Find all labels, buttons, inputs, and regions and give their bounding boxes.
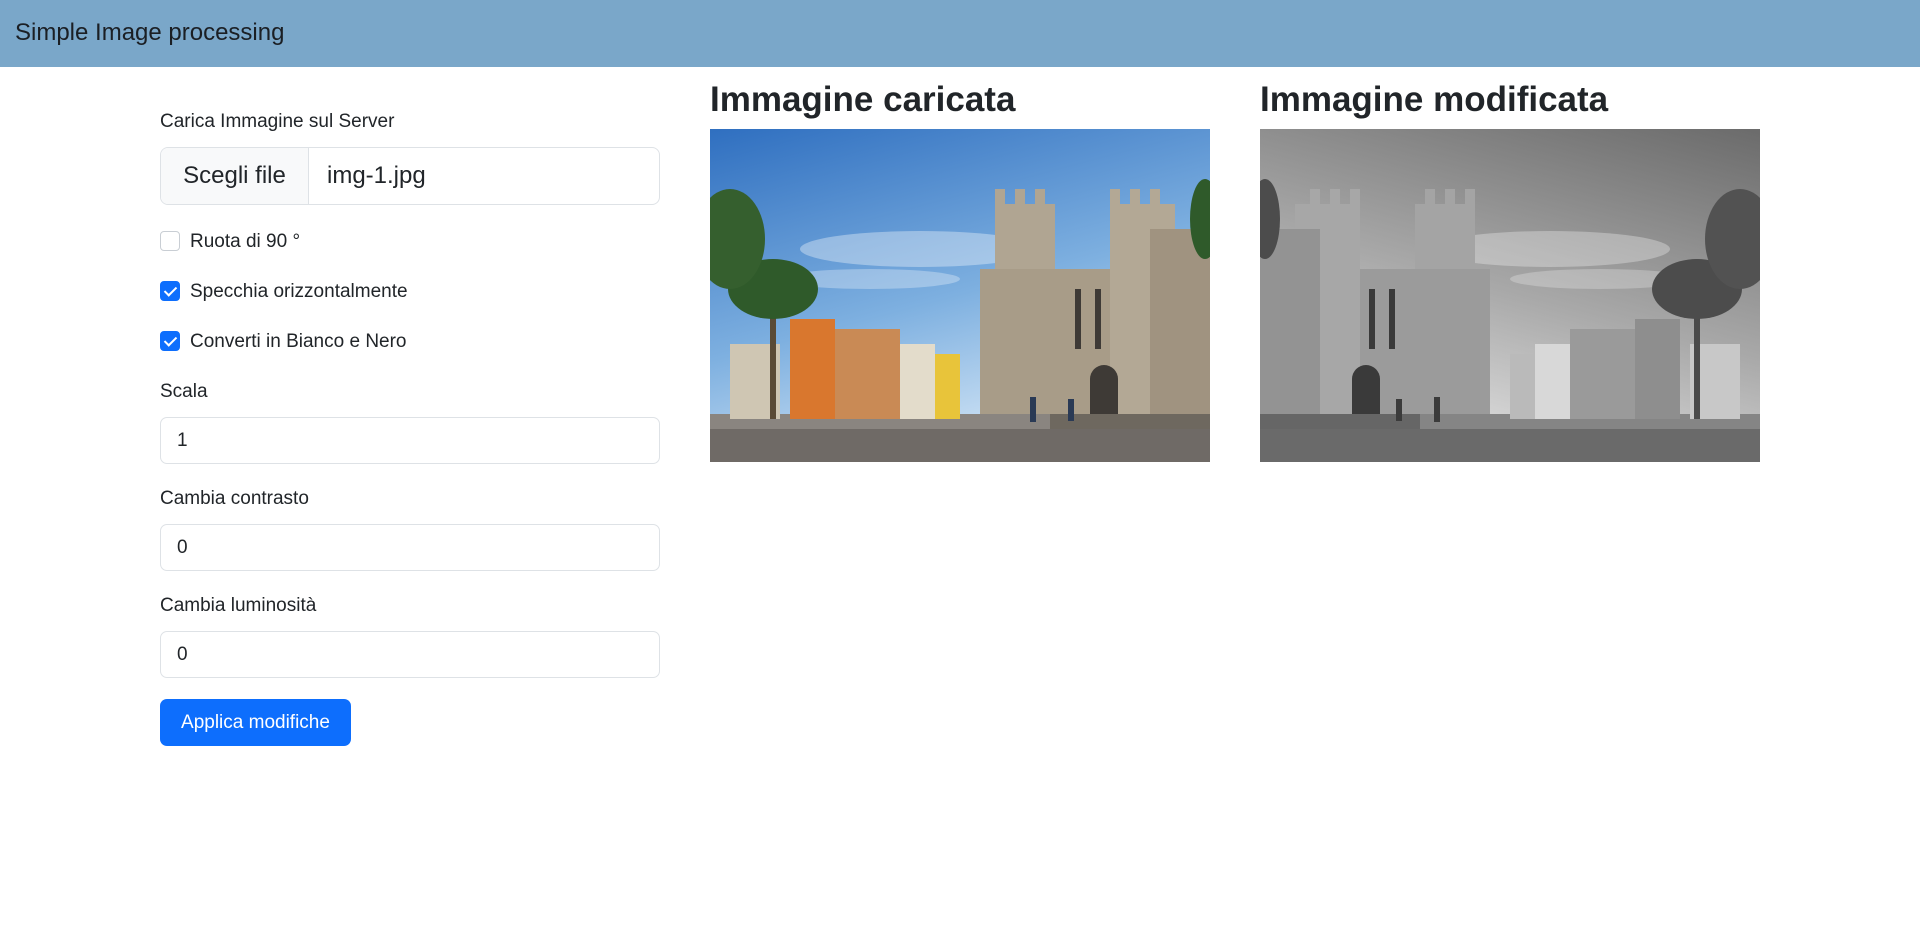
contrast-input[interactable]: [160, 524, 660, 571]
brightness-label: Cambia luminosità: [160, 595, 317, 616]
mirror-checkbox[interactable]: [160, 281, 180, 301]
selected-file-name: img-1.jpg: [327, 162, 426, 189]
top-navbar: Simple Image processing: [0, 0, 1920, 67]
grayscale-checkbox[interactable]: [160, 331, 180, 351]
navbar-brand[interactable]: Simple Image processing: [15, 18, 284, 48]
contrast-label: Cambia contrasto: [160, 488, 309, 509]
modified-image: [1260, 129, 1760, 462]
mirror-label: Specchia orizzontalmente: [190, 281, 408, 302]
original-image: [710, 129, 1210, 462]
scale-input[interactable]: [160, 417, 660, 464]
rotate-label: Ruota di 90 °: [190, 231, 301, 252]
file-input[interactable]: Scegli file img-1.jpg: [160, 147, 660, 205]
original-image-title: Immagine caricata: [710, 80, 1016, 119]
choose-file-button[interactable]: Scegli file: [161, 148, 309, 204]
brightness-input[interactable]: [160, 631, 660, 678]
rotate-checkbox[interactable]: [160, 231, 180, 251]
grayscale-label: Converti in Bianco e Nero: [190, 331, 407, 352]
scale-label: Scala: [160, 381, 208, 402]
apply-changes-button[interactable]: Applica modifiche: [160, 699, 351, 746]
modified-image-title: Immagine modificata: [1260, 80, 1609, 119]
upload-label: Carica Immagine sul Server: [160, 111, 395, 132]
